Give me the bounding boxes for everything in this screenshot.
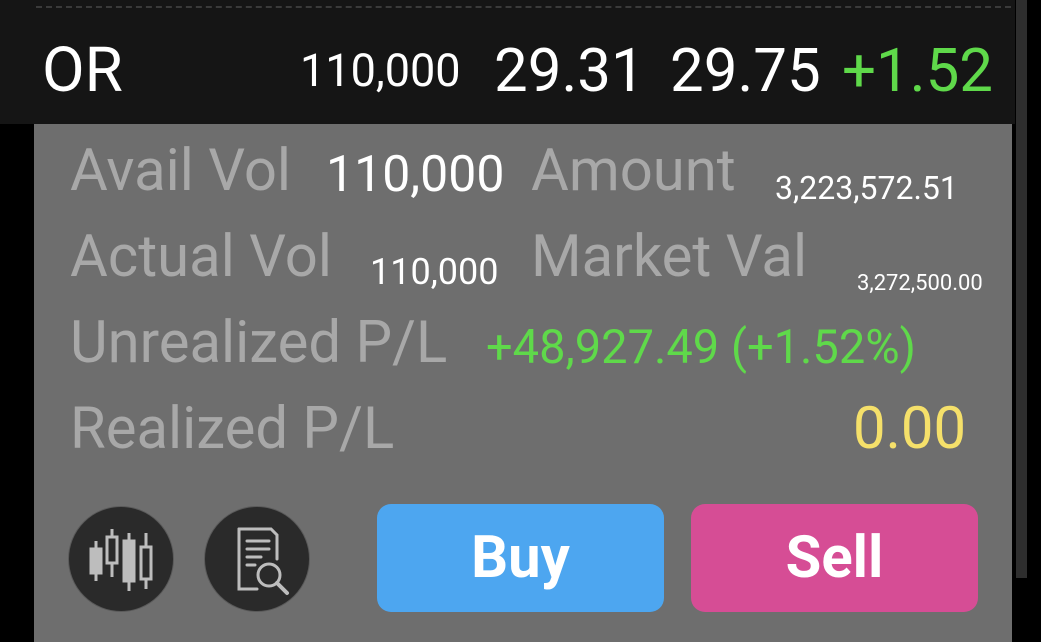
row-divider [36, 6, 1011, 8]
sell-button[interactable]: Sell [691, 504, 978, 612]
realized-pl-label: Realized P/L [70, 395, 395, 463]
actual-vol-value: 110,000 [370, 251, 499, 293]
chart-button[interactable] [68, 506, 174, 612]
position-volume: 110,000 [300, 44, 461, 97]
last-price: 29.75 [670, 35, 821, 106]
amount-value: 3,223,572.51 [775, 169, 958, 207]
unrealized-pl-value: +48,927.49 (+1.52%) [486, 320, 917, 375]
position-detail-panel: Avail Vol 110,000 Amount 3,223,572.51 Ac… [34, 124, 1012, 642]
buy-button[interactable]: Buy [377, 504, 664, 612]
portfolio-screen: OR 110,000 29.31 29.75 +1.52 Avail Vol 1… [0, 0, 1041, 642]
actual-vol-label: Actual Vol [70, 223, 332, 291]
candlestick-chart-icon [89, 529, 153, 591]
market-val-value: 3,272,500.00 [857, 271, 983, 296]
market-val-label: Market Val [531, 223, 808, 291]
realized-pl-value: 0.00 [853, 395, 967, 463]
unrealized-pl-label: Unrealized P/L [70, 309, 448, 377]
document-search-icon [237, 527, 289, 595]
price-change: +1.52 [842, 35, 994, 106]
stock-symbol: OR [42, 34, 123, 107]
report-button[interactable] [204, 506, 310, 612]
position-row[interactable]: OR 110,000 29.31 29.75 +1.52 [0, 0, 1015, 124]
average-cost: 29.31 [494, 35, 645, 106]
amount-label: Amount [531, 137, 736, 205]
avail-vol-label: Avail Vol [70, 137, 292, 205]
scrollbar[interactable] [1016, 0, 1027, 578]
avail-vol-value: 110,000 [326, 146, 505, 204]
